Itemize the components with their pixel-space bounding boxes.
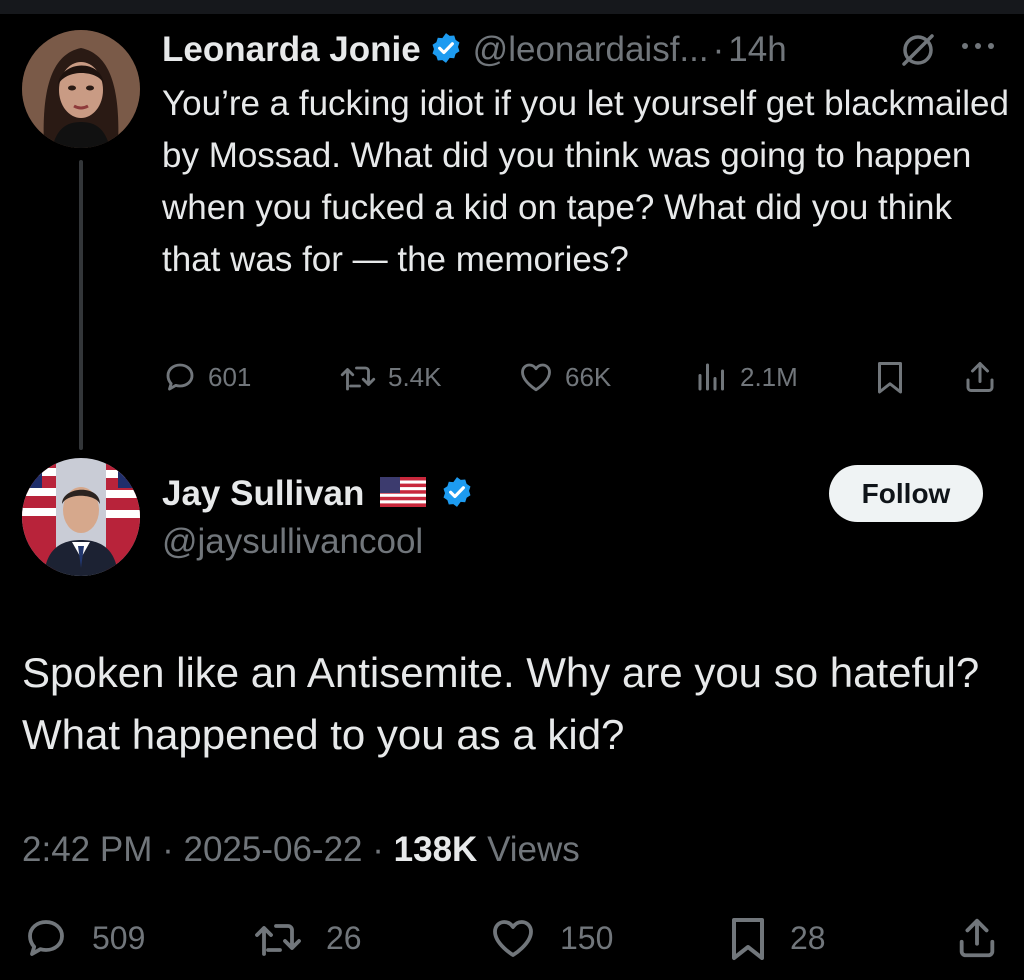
like-icon (493, 920, 533, 957)
parent-author-avatar[interactable] (22, 30, 140, 148)
reply-icon (28, 920, 64, 956)
like-count: 150 (560, 919, 614, 956)
main-author-handle[interactable]: @jaysullivancool (162, 522, 423, 562)
repost-action[interactable]: 26 (252, 912, 362, 964)
bookmark-count: 28 (790, 919, 826, 956)
repost-action[interactable]: 5.4K (338, 354, 442, 400)
like-action[interactable]: 66K (517, 354, 611, 400)
share-button[interactable] (962, 354, 998, 400)
bookmark-icon (732, 918, 764, 960)
main-tweet-actions: 509 26 150 28 (22, 912, 1002, 964)
bookmark-button[interactable] (874, 354, 906, 400)
like-count: 66K (565, 361, 612, 392)
thread-connector-line (79, 160, 83, 450)
tweet-date[interactable]: 2025-06-22 (183, 830, 362, 869)
us-flag-icon (380, 476, 427, 512)
parent-tweet-header: Leonarda Jonie @leonardaisf... · 14h (162, 26, 787, 74)
views-count: 2.1M (740, 361, 798, 392)
views-count: 138K (393, 830, 478, 869)
parent-author-name[interactable]: Leonarda Jonie (162, 30, 421, 70)
tweet-meta: 2:42 PM · 2025-06-22 · 138K Views (22, 830, 580, 870)
reply-icon (166, 363, 194, 391)
views-action[interactable]: 2.1M (694, 354, 798, 400)
share-icon (959, 918, 995, 958)
separator-dot: · (372, 830, 384, 869)
bookmark-icon (878, 362, 902, 394)
main-author-name[interactable]: Jay Sullivan (162, 474, 364, 514)
main-tweet-header: Jay Sullivan (162, 470, 474, 518)
parent-author-handle[interactable]: @leonardaisf... (473, 30, 709, 70)
main-tweet-text: Spoken like an Antisemite. Why are you s… (22, 649, 980, 758)
top-status-strip (0, 0, 1024, 14)
parent-tweet-text: You’re a fucking idiot if you let yourse… (162, 84, 1009, 279)
like-action[interactable]: 150 (488, 912, 613, 964)
repost-icon (255, 924, 301, 956)
verified-badge-icon[interactable] (429, 31, 463, 70)
verified-badge-icon[interactable] (440, 475, 474, 514)
views-icon (698, 363, 724, 391)
repost-count: 5.4K (388, 361, 442, 392)
repost-count: 26 (326, 919, 362, 956)
like-icon (521, 363, 551, 392)
share-button[interactable] (954, 912, 1000, 964)
reply-action[interactable]: 509 (22, 912, 145, 964)
tweet-time[interactable]: 2:42 PM (22, 830, 152, 869)
share-icon (966, 362, 994, 392)
separator-dot: · (162, 830, 174, 869)
parent-tweet-actions: 601 5.4K 66K 2.1M (162, 354, 1002, 400)
repost-icon (340, 366, 376, 391)
reply-count: 509 (92, 919, 146, 956)
views-label: Views (487, 830, 580, 869)
more-icon[interactable] (958, 36, 998, 61)
main-author-avatar[interactable] (22, 458, 140, 576)
reply-count: 601 (208, 361, 252, 392)
follow-button[interactable]: Follow (829, 465, 983, 522)
reply-action[interactable]: 601 (162, 354, 251, 400)
parent-tweet-time[interactable]: 14h (728, 30, 786, 70)
separator-dot: · (712, 30, 725, 69)
grok-icon[interactable] (898, 30, 938, 75)
bookmark-action[interactable]: 28 (728, 912, 826, 964)
